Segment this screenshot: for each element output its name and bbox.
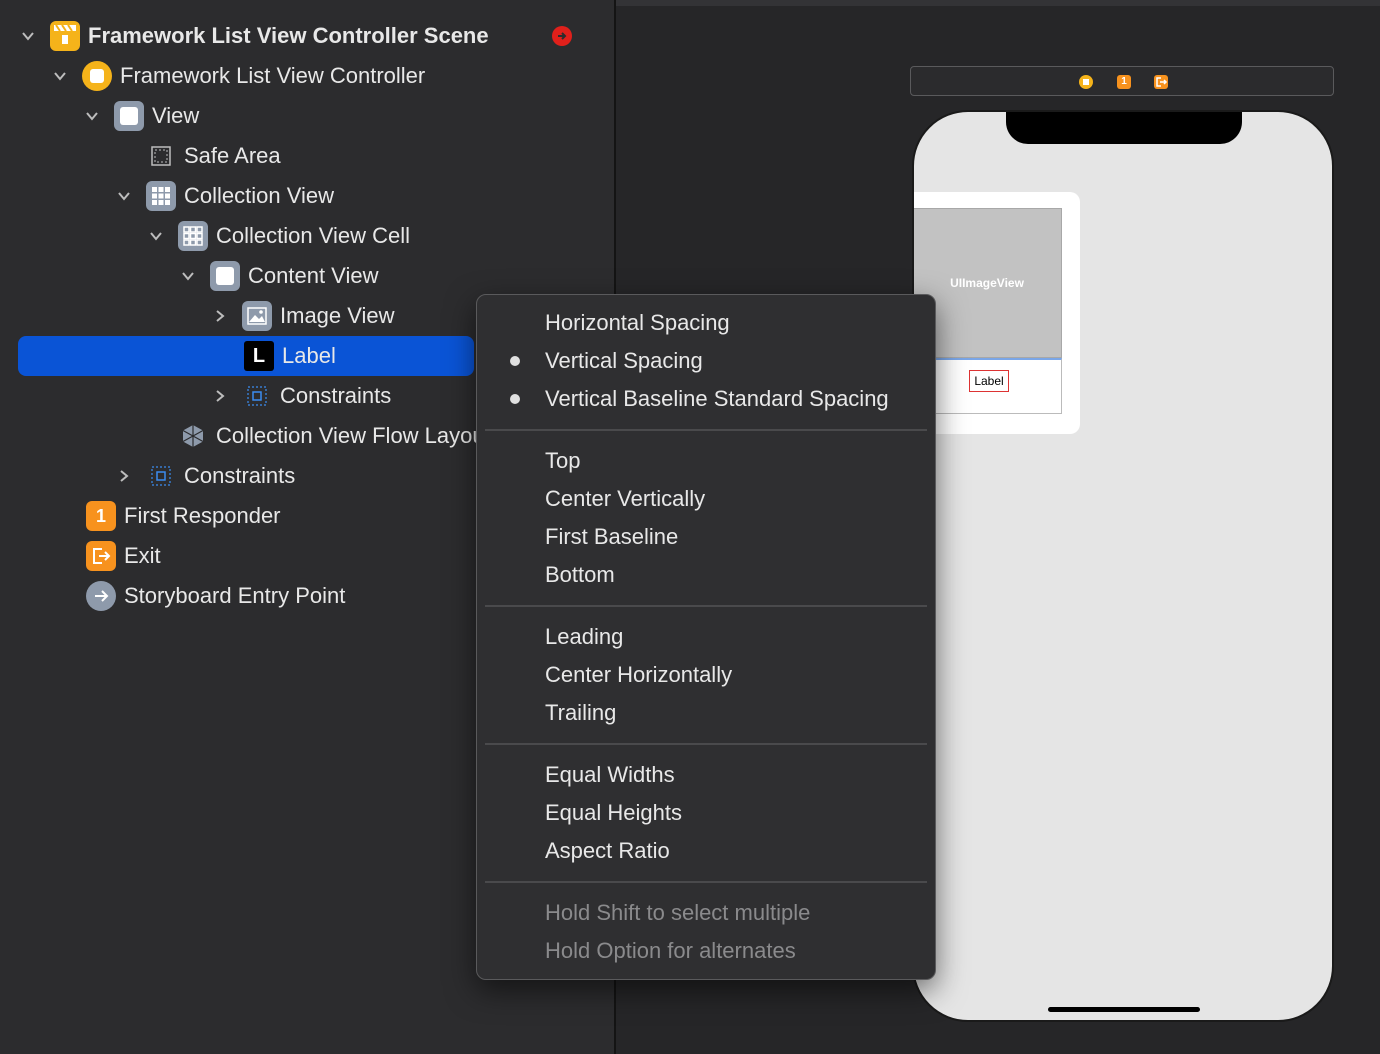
checkmark-bullet-icon	[510, 356, 520, 366]
menu-item-center-horizontally[interactable]: Center Horizontally	[545, 659, 732, 691]
chevron-down-icon[interactable]	[178, 266, 198, 286]
menu-item-top[interactable]: Top	[545, 445, 580, 477]
collection-view-cell-icon	[178, 221, 208, 251]
menu-separator	[485, 429, 927, 431]
outline-label: Image View	[280, 303, 395, 328]
chevron-down-icon[interactable]	[146, 226, 166, 246]
menu-item-leading[interactable]: Leading	[545, 621, 623, 653]
outline-label: Constraints	[184, 463, 296, 488]
chevron-right-icon[interactable]	[114, 466, 134, 486]
outline-label: View	[152, 103, 200, 128]
outline-label: Collection View Flow Layout	[216, 423, 491, 448]
chevron-right-icon[interactable]	[210, 306, 230, 326]
scene-icon	[50, 21, 80, 51]
menu-separator	[485, 881, 927, 883]
collection-cell-preview[interactable]: UIImageView Label	[914, 192, 1080, 434]
home-indicator	[1048, 1007, 1200, 1012]
outline-label: Safe Area	[184, 143, 281, 168]
warning-arrow-icon[interactable]	[552, 26, 572, 46]
menu-item-horizontal-spacing[interactable]: Horizontal Spacing	[545, 307, 730, 339]
constraint-context-menu: Horizontal Spacing Vertical Spacing Vertic…	[476, 294, 936, 980]
chevron-right-icon[interactable]	[210, 386, 230, 406]
flow-layout-icon	[178, 421, 208, 451]
menu-item-bottom[interactable]: Bottom	[545, 559, 615, 591]
content-view-icon	[210, 261, 240, 291]
outline-label: Framework List View Controller	[120, 63, 426, 88]
outline-label: Label	[282, 343, 336, 368]
view-controller-icon	[82, 61, 112, 91]
outline-row-view-controller[interactable]: Framework List View Controller	[50, 56, 614, 96]
label-preview[interactable]: Label	[969, 370, 1009, 392]
chevron-down-icon[interactable]	[82, 106, 102, 126]
menu-item-center-vertically[interactable]: Center Vertically	[545, 483, 705, 515]
collection-view-icon	[146, 181, 176, 211]
outline-row-collection-view[interactable]: Collection View	[114, 176, 614, 216]
constraints-icon	[146, 461, 176, 491]
iphone-frame: UIImageView Label	[912, 110, 1334, 1022]
outline-row-content-view[interactable]: Content View	[178, 256, 614, 296]
outline-label: Collection View	[184, 183, 335, 208]
outline-label: Framework List View Controller Scene	[88, 23, 489, 48]
outline-label: Content View	[248, 263, 379, 288]
view-controller-icon[interactable]	[1079, 75, 1093, 89]
exit-icon	[86, 541, 116, 571]
menu-item-vertical-spacing[interactable]: Vertical Spacing	[545, 345, 703, 377]
outline-label: Exit	[124, 543, 161, 568]
notch	[1006, 112, 1242, 144]
menu-item-equal-widths[interactable]: Equal Widths	[545, 759, 675, 791]
exit-icon[interactable]	[1154, 75, 1168, 89]
menu-item-equal-heights[interactable]: Equal Heights	[545, 797, 682, 829]
outline-row-label[interactable]: L Label	[18, 336, 474, 376]
menu-item-hold-option-for-alternates: Hold Option for alternates	[545, 938, 796, 963]
menu-item-trailing[interactable]: Trailing	[545, 697, 616, 729]
menu-separator	[485, 743, 927, 745]
menu-item-first-baseline[interactable]: First Baseline	[545, 521, 678, 553]
menu-separator	[485, 605, 927, 607]
first-responder-icon[interactable]: 1	[1117, 75, 1131, 89]
first-responder-icon: 1	[86, 501, 116, 531]
outline-row-scene[interactable]: Framework List View Controller Scene	[18, 16, 614, 56]
outline-row-view[interactable]: View	[82, 96, 614, 136]
label-icon: L	[244, 341, 274, 371]
view-icon	[114, 101, 144, 131]
chevron-down-icon[interactable]	[50, 66, 70, 86]
outline-row-safe-area[interactable]: Safe Area	[146, 136, 614, 176]
safe-area-icon	[146, 141, 176, 171]
menu-item-vertical-baseline-standard-spacing[interactable]: Vertical Baseline Standard Spacing	[545, 383, 889, 415]
chevron-down-icon[interactable]	[114, 186, 134, 206]
constraints-icon	[242, 381, 272, 411]
menu-item-hold-shift-to-select-multiple: Hold Shift to select multiple	[545, 900, 811, 925]
chevron-down-icon[interactable]	[18, 26, 38, 46]
outline-label: Constraints	[280, 383, 392, 408]
image-view-icon	[242, 301, 272, 331]
checkmark-bullet-icon	[510, 394, 520, 404]
outline-label: Storyboard Entry Point	[124, 583, 346, 608]
outline-row-collection-view-cell[interactable]: Collection View Cell	[146, 216, 614, 256]
scene-dock: 1	[910, 66, 1334, 96]
outline-label: Collection View Cell	[216, 223, 411, 248]
menu-item-aspect-ratio[interactable]: Aspect Ratio	[545, 835, 670, 867]
outline-label: First Responder	[124, 503, 281, 528]
entry-point-icon	[86, 581, 116, 611]
